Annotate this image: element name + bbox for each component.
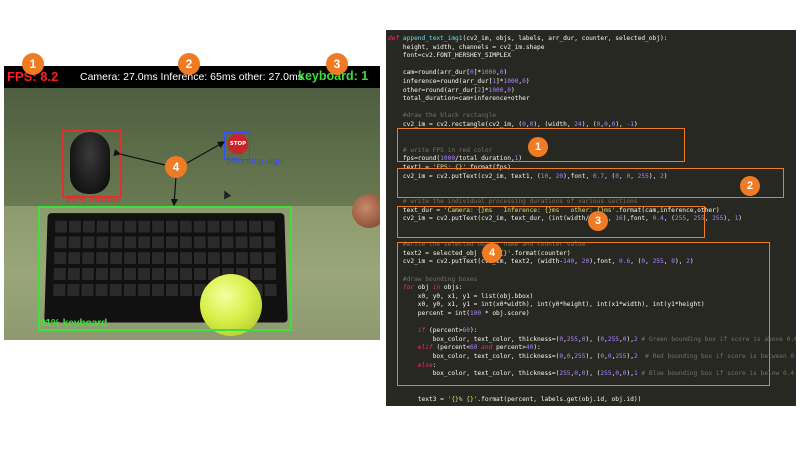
code-token: append_text_img1 <box>402 35 463 42</box>
code-token: .format(percent, labels.get(obj.id, obj.… <box>477 395 642 403</box>
code-token: 1000 <box>481 69 497 77</box>
code-line: other=round(arr_dur[2]*1000,0) <box>388 87 796 96</box>
code-token: ), <box>723 215 735 223</box>
code-line: inference=round(arr_dur[1]*1000,0) <box>388 78 796 87</box>
code-token: cv2_im = cv2.rectangle(cv2_im, ( <box>388 120 523 128</box>
keyboard-bounding-box <box>38 206 292 331</box>
code-token: other=round(arr_dur[ <box>388 86 478 94</box>
code-line: height, width, channels = cv2_im.shape <box>388 44 796 53</box>
code-callout-badge-4: 4 <box>482 243 502 263</box>
code-token: ) <box>503 69 508 77</box>
code-token: '{}% {}' <box>447 395 478 403</box>
callout-badge-4: 4 <box>165 156 187 178</box>
code-token: inference=round(arr_dur[ <box>388 77 493 85</box>
code-token: ) <box>525 77 530 85</box>
code-token: # write the individual processing durati… <box>388 198 638 206</box>
code-line: cam=round(arr_dur[0]*1000,0) <box>388 69 796 78</box>
camera-view: STOP 98% mouse 91% keyboard 26% stop sig… <box>4 66 380 340</box>
mouse-detection-label: 98% mouse <box>66 194 122 205</box>
code-callout-badge-3: 3 <box>588 211 608 231</box>
code-line: #draw the black rectangle <box>388 112 796 121</box>
code-token: font=cv2.FONT_HERSHEY_SIMPLEX <box>388 52 511 60</box>
code-callout-badge-2: 2 <box>740 176 760 196</box>
stop-sign-detection-label: 26% stop sign <box>226 156 283 166</box>
code-token: cam=round(arr_dur[ <box>388 69 470 77</box>
code-token: #draw the black rectangle <box>388 112 497 120</box>
code-token: ) <box>510 86 515 94</box>
code-token: (cv2_im, objs, labels, arr_dur, counter,… <box>462 35 668 42</box>
code-editor-panel: def append_text_img1(cv2_im, objs, label… <box>386 30 796 406</box>
fruit-object <box>352 194 380 228</box>
callout-badge-1: 1 <box>22 53 44 75</box>
code-section-bounding-boxes <box>397 242 770 386</box>
code-section-counter <box>397 206 705 238</box>
scene-background <box>4 88 380 208</box>
code-token: -1 <box>626 120 634 128</box>
code-token: ]* <box>496 77 504 85</box>
code-section-timings <box>397 168 784 198</box>
mouse-bounding-box <box>62 130 122 198</box>
code-token: height, width, channels = cv2_im.shape <box>388 43 545 51</box>
code-token: ), <box>615 120 627 128</box>
code-line: font=cv2.FONT_HERSHEY_SIMPLEX <box>388 52 796 61</box>
code-line: total_duration=cam+inference+other <box>388 95 796 104</box>
code-token: 1000 <box>503 77 519 85</box>
code-token: 1000 <box>488 86 504 94</box>
code-callout-badge-1: 1 <box>528 137 548 157</box>
code-token: def <box>388 35 403 42</box>
callout-badge-2: 2 <box>178 53 200 75</box>
code-token: ]* <box>481 86 489 94</box>
keyboard-detection-label: 91% keyboard <box>40 318 108 329</box>
callout-badge-3: 3 <box>326 53 348 75</box>
code-line: def append_text_img1(cv2_im, objs, label… <box>388 35 796 44</box>
code-token: ), (width, <box>533 120 575 128</box>
code-line: text3 = '{}% {}'.format(percent, labels.… <box>388 396 796 405</box>
code-token: ) <box>633 120 638 128</box>
code-token: 255 <box>712 215 724 223</box>
code-token: ), ( <box>581 120 597 128</box>
code-token: ) <box>738 215 743 223</box>
code-token: 24 <box>574 120 582 128</box>
code-token: text3 = <box>388 395 448 403</box>
code-token: total_duration=cam+inference+other <box>388 95 530 103</box>
